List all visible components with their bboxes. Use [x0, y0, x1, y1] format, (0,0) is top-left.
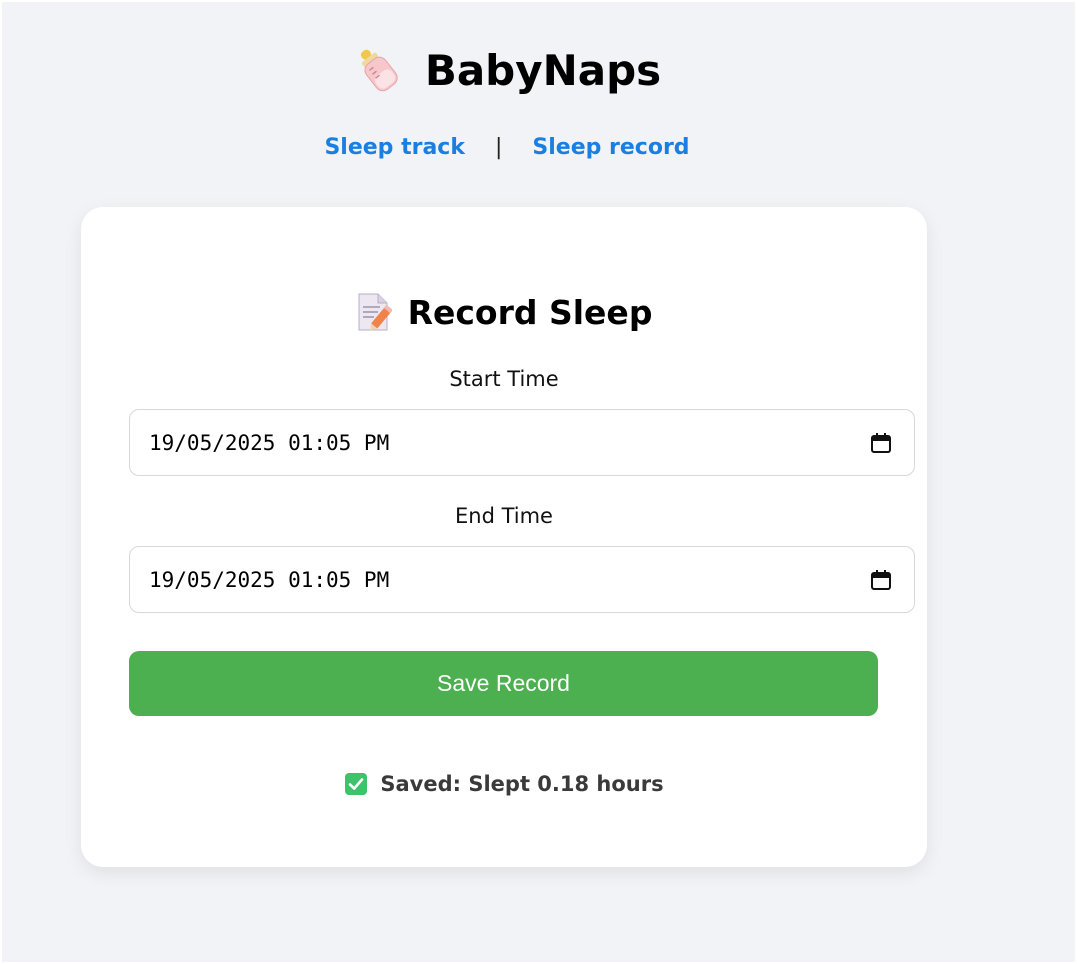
save-status: Saved: Slept 0.18 hours [81, 767, 927, 801]
check-mark-icon [344, 772, 368, 796]
record-sleep-card: Record Sleep Start Time 19/05/2025 01:05… [81, 207, 927, 867]
page-background: BabyNaps Sleep track | Sleep record Reco… [2, 2, 1075, 962]
nav-link-sleep-track[interactable]: Sleep track [324, 135, 465, 160]
memo-icon [356, 292, 393, 332]
start-time-value: 19/05/2025 01:05 PM [149, 430, 390, 455]
main-nav: Sleep track | Sleep record [2, 130, 1012, 164]
save-status-text: Saved: Slept 0.18 hours [380, 772, 664, 796]
end-time-value: 19/05/2025 01:05 PM [149, 567, 390, 592]
end-time-label: End Time [455, 504, 553, 528]
start-time-label: Start Time [449, 367, 559, 391]
nav-separator: | [494, 134, 503, 160]
app-header: BabyNaps [2, 40, 1012, 100]
app-title: BabyNaps [424, 45, 662, 95]
card-title: Record Sleep [81, 289, 927, 335]
save-record-button[interactable]: Save Record [129, 651, 878, 716]
nav-link-sleep-record[interactable]: Sleep record [532, 135, 689, 160]
baby-bottle-icon [353, 44, 403, 96]
calendar-icon[interactable] [870, 569, 892, 591]
calendar-icon[interactable] [870, 432, 892, 454]
end-time-input[interactable]: 19/05/2025 01:05 PM [129, 546, 915, 613]
card-heading: Record Sleep [407, 292, 653, 332]
start-time-input[interactable]: 19/05/2025 01:05 PM [129, 409, 915, 476]
